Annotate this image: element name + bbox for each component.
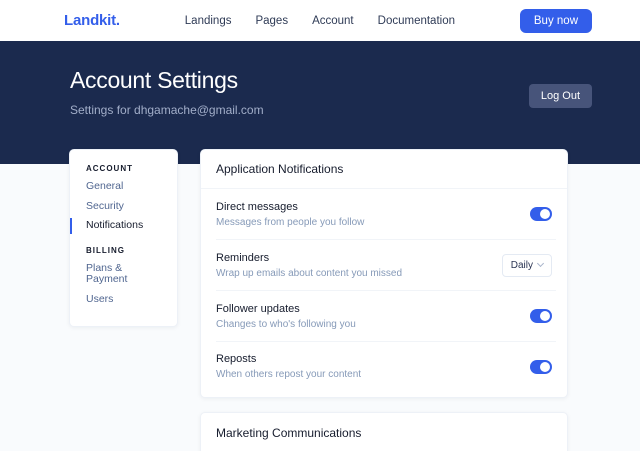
- main-column: Application Notifications Direct message…: [200, 149, 568, 451]
- application-notifications-title: Application Notifications: [201, 150, 567, 189]
- hero-header: Account Settings Settings for dhgamache@…: [0, 41, 640, 164]
- chevron-down-icon: [537, 260, 544, 267]
- reposts-text: Reposts When others repost your content: [216, 353, 361, 380]
- follower-updates-text: Follower updates Changes to who's follow…: [216, 303, 356, 330]
- nav-link-landings[interactable]: Landings: [185, 15, 232, 27]
- toggle-knob: [540, 311, 550, 321]
- row-description: Wrap up emails about content you missed: [216, 268, 402, 279]
- direct-messages-text: Direct messages Messages from people you…: [216, 201, 364, 228]
- sidebar-item-general[interactable]: General: [70, 179, 177, 195]
- row-description: Messages from people you follow: [216, 217, 364, 228]
- row-title: Follower updates: [216, 303, 356, 315]
- follower-updates-row: Follower updates Changes to who's follow…: [201, 291, 567, 341]
- content-area: Account General Security Notifications B…: [0, 149, 640, 451]
- sidebar-item-notifications[interactable]: Notifications: [70, 218, 177, 234]
- toggle-knob: [540, 209, 550, 219]
- landkit-logo[interactable]: Landkit.: [64, 12, 120, 29]
- sidebar-item-security[interactable]: Security: [70, 199, 177, 215]
- buy-now-button[interactable]: Buy now: [520, 9, 592, 33]
- application-notifications-card: Application Notifications Direct message…: [200, 149, 568, 398]
- sidebar-heading-billing: Billing: [70, 246, 177, 255]
- page-title: Account Settings: [70, 67, 264, 95]
- selected-value: Daily: [511, 260, 533, 271]
- marketing-communications-card: Marketing Communications: [200, 412, 568, 451]
- nav-links: Landings Pages Account Documentation: [120, 15, 520, 27]
- reposts-row: Reposts When others repost your content: [201, 342, 567, 397]
- toggle-knob: [540, 362, 550, 372]
- sidebar-item-plans-payment[interactable]: Plans & Payment: [70, 261, 177, 288]
- navbar: Landkit. Landings Pages Account Document…: [0, 0, 640, 41]
- hero-text: Account Settings Settings for dhgamache@…: [70, 67, 264, 117]
- sidebar-section-billing: Billing Plans & Payment Users: [70, 246, 177, 308]
- row-title: Direct messages: [216, 201, 364, 213]
- sidebar-section-account: Account General Security Notifications: [70, 164, 177, 234]
- nav-link-account[interactable]: Account: [312, 15, 354, 27]
- settings-sidebar-card: Account General Security Notifications B…: [69, 149, 178, 327]
- row-description: When others repost your content: [216, 369, 361, 380]
- nav-link-pages[interactable]: Pages: [255, 15, 288, 27]
- page-subtitle: Settings for dhgamache@gmail.com: [70, 103, 264, 117]
- marketing-communications-title: Marketing Communications: [201, 413, 567, 451]
- row-description: Changes to who's following you: [216, 319, 356, 330]
- direct-messages-toggle[interactable]: [530, 207, 552, 221]
- row-title: Reposts: [216, 353, 361, 365]
- sidebar-item-users[interactable]: Users: [70, 292, 177, 308]
- logout-button[interactable]: Log Out: [529, 84, 592, 108]
- reposts-toggle[interactable]: [530, 360, 552, 374]
- reminders-row: Reminders Wrap up emails about content y…: [201, 240, 567, 290]
- follower-updates-toggle[interactable]: [530, 309, 552, 323]
- nav-link-documentation[interactable]: Documentation: [378, 15, 455, 27]
- row-title: Reminders: [216, 252, 402, 264]
- reminders-text: Reminders Wrap up emails about content y…: [216, 252, 402, 279]
- sidebar-heading-account: Account: [70, 164, 177, 173]
- direct-messages-row: Direct messages Messages from people you…: [201, 189, 567, 239]
- reminders-frequency-select[interactable]: Daily: [502, 254, 552, 277]
